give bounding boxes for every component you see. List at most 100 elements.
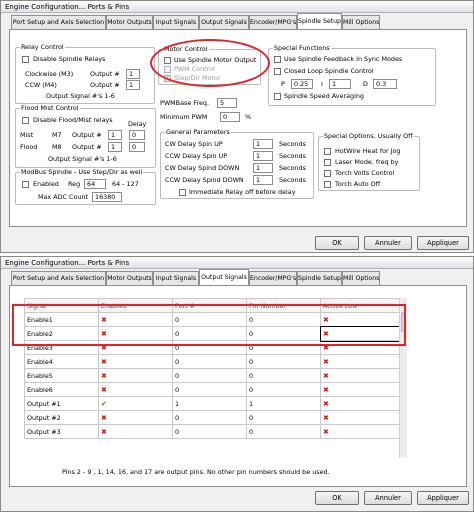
active-low-cell[interactable]: ✖ [320, 396, 400, 411]
cw-delay-spin-up-input[interactable]: 1 [253, 139, 273, 149]
tab-spindle-setup[interactable]: Spindle Setup [297, 13, 342, 29]
mist-output-input[interactable]: 1 [108, 130, 122, 140]
tab-input-signals[interactable]: Input Signals [153, 15, 199, 29]
tab-motor-outputs[interactable]: Motor Outputs [106, 271, 153, 285]
pwm-base-freq-input[interactable]: 5 [217, 98, 237, 108]
tab-spindle-setup[interactable]: Spindle Setup [297, 271, 342, 285]
ccw-output-label: Output # [90, 81, 120, 89]
torch-auto-off-checkbox[interactable] [324, 181, 331, 188]
p-label: P [281, 80, 285, 88]
ok-button[interactable]: OK [315, 236, 359, 250]
table-row[interactable]: Output #1 ✔ 1 1 ✖ [24, 396, 400, 411]
active-low-cell[interactable]: ✖ [320, 354, 400, 369]
tab-output-signals[interactable]: Output Signals [199, 15, 249, 29]
modbus-enabled-label: Enabled [33, 180, 59, 188]
tab-port-setup[interactable]: Port Setup and Axis Selection [11, 15, 106, 29]
signal-cell: Output #3 [24, 424, 99, 439]
ccw-output-input[interactable]: 1 [126, 80, 140, 90]
relay-signals-note: Output Signal #'s 1-6 [46, 92, 115, 100]
pin-number-cell[interactable]: 0 [246, 424, 321, 439]
active-low-cell[interactable]: ✖ [320, 382, 400, 397]
tab-mill-options[interactable]: Mill Options [342, 271, 380, 285]
cw-delay-spin-down-unit: Seconds [279, 164, 306, 172]
max-adc-input[interactable]: 16380 [92, 192, 122, 202]
d-input[interactable]: 0.3 [373, 79, 397, 89]
modbus-title: ModBus Spindle - Use Step/Dir as well [20, 168, 144, 176]
pin-number-cell[interactable]: 0 [246, 368, 321, 383]
cw-delay-spin-down-input[interactable]: 1 [253, 163, 273, 173]
ok-button[interactable]: OK [315, 491, 359, 505]
output-signals-window: Engine Configuration... Ports & Pins Por… [0, 256, 474, 512]
enabled-cell[interactable]: ✖ [98, 382, 173, 397]
apply-button[interactable]: Appliquer [417, 491, 469, 505]
port-cell[interactable]: 0 [172, 382, 247, 397]
clockwise-label: Clockwise (M3) [25, 70, 74, 78]
ccw-delay-spin-down-input[interactable]: 1 [253, 175, 273, 185]
tab-motor-outputs[interactable]: Motor Outputs [106, 15, 153, 29]
cancel-button[interactable]: Annuler [364, 236, 412, 250]
immediate-relay-checkbox[interactable] [179, 189, 186, 196]
modbus-reg-input[interactable]: 64 [84, 179, 106, 189]
red-x-icon: ✖ [101, 385, 107, 394]
active-low-cell[interactable]: ✖ [320, 368, 400, 383]
closed-loop-checkbox[interactable] [274, 68, 281, 75]
ccw-delay-spin-up-label: CCW Delay Spin UP [165, 152, 228, 160]
tab-input-signals[interactable]: Input Signals [153, 271, 199, 285]
general-parameters-group: General Parameters CW Delay Spin UP 1 Se… [160, 128, 314, 199]
flood-delay-input[interactable]: 0 [129, 142, 145, 152]
active-low-cell[interactable]: ✖ [320, 424, 400, 439]
feedback-sync-checkbox[interactable] [274, 56, 281, 63]
enabled-cell[interactable]: ✔ [98, 396, 173, 411]
tab-mill-options[interactable]: Mill Options [342, 15, 380, 29]
apply-button[interactable]: Appliquer [417, 236, 469, 250]
signal-cell: Enable5 [24, 368, 99, 383]
port-cell[interactable]: 0 [172, 368, 247, 383]
hotwire-heat-checkbox[interactable] [324, 148, 331, 155]
p-input[interactable]: 0.25 [291, 79, 313, 89]
d-label: D [363, 80, 368, 88]
enabled-cell[interactable]: ✖ [98, 424, 173, 439]
ccw-label: CCW (M4) [25, 81, 57, 89]
pin-number-cell[interactable]: 0 [246, 382, 321, 397]
tab-encoder-mpgs[interactable]: Encoder/MPG's [249, 15, 297, 29]
table-row[interactable]: Enable5 ✖ 0 0 ✖ [24, 368, 400, 383]
flood-output-input[interactable]: 1 [108, 142, 122, 152]
port-cell[interactable]: 0 [172, 410, 247, 425]
special-options-title: Special Options, Usually Off [323, 132, 414, 140]
laser-mode-checkbox[interactable] [324, 159, 331, 166]
tab-encoder-mpgs[interactable]: Encoder/MPG's [249, 271, 297, 285]
min-pwm-input[interactable]: 0 [220, 112, 240, 122]
speed-averaging-checkbox[interactable] [274, 93, 281, 100]
tab-output-signals[interactable]: Output Signals [199, 269, 249, 285]
cancel-button[interactable]: Annuler [364, 491, 412, 505]
tab-port-setup[interactable]: Port Setup and Axis Selection [11, 271, 106, 285]
pin-number-cell[interactable]: 1 [246, 396, 321, 411]
port-cell[interactable]: 0 [172, 424, 247, 439]
i-input[interactable]: 1 [329, 79, 351, 89]
general-parameters-title: General Parameters [165, 128, 231, 136]
table-row[interactable]: Enable6 ✖ 0 0 ✖ [24, 382, 400, 397]
pin-number-cell[interactable]: 0 [246, 410, 321, 425]
feedback-sync-label: Use Spindle Feedback in Sync Modes [284, 55, 403, 63]
pin-number-cell[interactable]: 0 [246, 354, 321, 369]
table-row[interactable]: Enable4 ✖ 0 0 ✖ [24, 354, 400, 369]
ccw-delay-spin-up-input[interactable]: 1 [253, 151, 273, 161]
enabled-cell[interactable]: ✖ [98, 368, 173, 383]
signal-cell: Output #1 [24, 396, 99, 411]
mist-delay-input[interactable]: 0 [129, 130, 145, 140]
spindle-setup-window: Engine Configuration... Ports & Pins Por… [0, 0, 474, 253]
table-row[interactable]: Output #3 ✖ 0 0 ✖ [24, 424, 400, 439]
table-row[interactable]: Output #2 ✖ 0 0 ✖ [24, 410, 400, 425]
immediate-relay-label: Immediate Relay off before delay [189, 188, 296, 196]
port-cell[interactable]: 1 [172, 396, 247, 411]
enabled-cell[interactable]: ✖ [98, 354, 173, 369]
modbus-enabled-checkbox[interactable] [22, 181, 29, 188]
port-cell[interactable]: 0 [172, 354, 247, 369]
disable-spindle-relays-checkbox[interactable] [22, 56, 29, 63]
disable-flood-mist-checkbox[interactable] [22, 117, 29, 124]
red-x-icon: ✖ [101, 371, 107, 380]
torch-volts-checkbox[interactable] [324, 170, 331, 177]
enabled-cell[interactable]: ✖ [98, 410, 173, 425]
active-low-cell[interactable]: ✖ [320, 410, 400, 425]
clockwise-output-input[interactable]: 1 [126, 69, 140, 79]
